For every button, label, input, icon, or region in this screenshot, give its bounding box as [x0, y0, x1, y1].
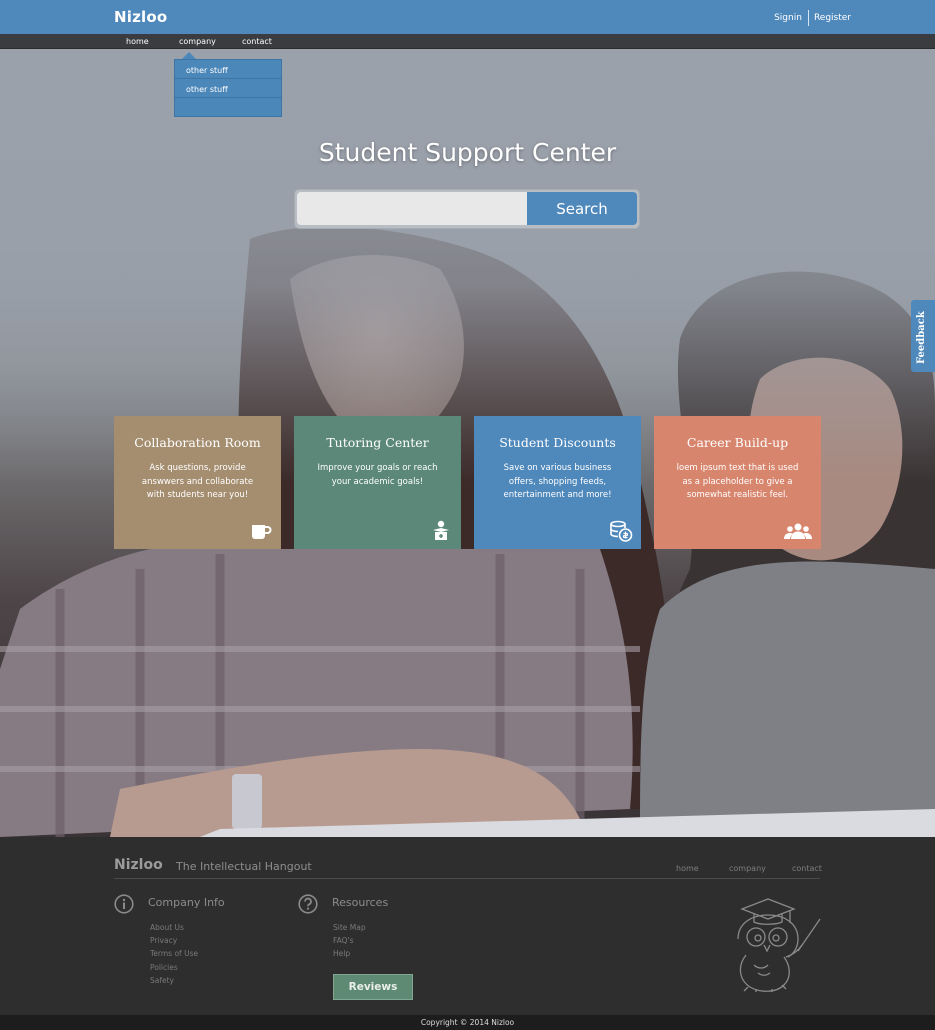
card-collaboration-room[interactable]: Collaboration Room Ask questions, provid…	[114, 416, 281, 549]
footer-link-sitemap[interactable]: Site Map	[333, 923, 366, 932]
card-description: Save on various business offers, shoppin…	[503, 463, 612, 500]
footer-link-help[interactable]: Help	[333, 949, 350, 958]
search-input[interactable]	[297, 192, 527, 225]
card-tutoring-center[interactable]: Tutoring Center Improve your goals or re…	[294, 416, 461, 549]
card-description: Ask questions, provide answwers and coll…	[141, 463, 254, 500]
resources-title: Resources	[332, 896, 389, 909]
card-title: Student Discounts	[499, 435, 616, 450]
company-info-title: Company Info	[148, 896, 225, 909]
nav-contact[interactable]: contact	[242, 37, 272, 46]
card-title: Career Build-up	[686, 435, 789, 450]
card-title: Tutoring Center	[326, 435, 429, 450]
tutor-icon	[433, 520, 449, 540]
footer-link-safety[interactable]: Safety	[150, 976, 174, 985]
register-link[interactable]: Register	[814, 13, 851, 23]
footer-link-privacy[interactable]: Privacy	[150, 936, 177, 945]
coins-icon	[610, 520, 633, 542]
footer-tagline: The Intellectual Hangout	[176, 860, 312, 873]
card-description: Improve your goals or reach your academi…	[317, 463, 438, 487]
dropdown-item-2[interactable]: other stuff	[175, 79, 281, 98]
feedback-tab[interactable]: Feedback	[911, 300, 935, 372]
hero-title: Student Support Center	[318, 138, 617, 167]
copyright-text: Copyright © 2014 Nizloo	[420, 1018, 515, 1027]
site-logo[interactable]: Nizloo	[114, 8, 167, 26]
footer-divider	[114, 878, 820, 879]
footer-nav-company[interactable]: company	[729, 864, 766, 873]
nav-company[interactable]: company	[179, 37, 216, 46]
footer: Nizloo The Intellectual Hangout home com…	[0, 837, 935, 1015]
top-header: Nizloo Signin Register	[0, 0, 935, 34]
footer-link-faq[interactable]: FAQ's	[333, 936, 354, 945]
card-student-discounts[interactable]: Student Discounts Save on various busine…	[474, 416, 641, 549]
feedback-label: Feedback	[916, 311, 927, 364]
card-title: Collaboration Room	[134, 435, 261, 450]
coffee-mug-icon	[252, 525, 272, 539]
footer-link-policies[interactable]: Policies	[150, 963, 178, 972]
footer-logo[interactable]: Nizloo	[114, 857, 163, 873]
auth-links: Signin Register	[774, 10, 851, 26]
people-icon	[784, 523, 812, 539]
dropdown-item-1[interactable]: other stuff	[175, 60, 281, 79]
copyright-bar: Copyright © 2014 Nizloo	[0, 1015, 935, 1030]
info-icon	[114, 894, 134, 914]
footer-nav-home[interactable]: home	[676, 864, 699, 873]
main-nav: home company contact	[0, 34, 935, 49]
company-dropdown: other stuff other stuff	[174, 59, 282, 117]
card-description: loem ipsum text that is used as a placeh…	[676, 463, 799, 500]
reviews-button[interactable]: Reviews	[333, 974, 413, 1000]
footer-nav-contact[interactable]: contact	[792, 864, 822, 873]
owl-mascot-illustration	[737, 898, 821, 992]
card-career-buildup[interactable]: Career Build-up loem ipsum text that is …	[654, 416, 821, 549]
question-icon	[298, 894, 318, 914]
dropdown-caret	[182, 52, 196, 59]
auth-divider	[807, 10, 809, 26]
footer-link-about[interactable]: About Us	[150, 923, 184, 932]
nav-home[interactable]: home	[126, 37, 149, 46]
search-button[interactable]: Search	[527, 192, 637, 225]
footer-link-terms[interactable]: Terms of Use	[150, 949, 198, 958]
signin-link[interactable]: Signin	[774, 13, 802, 23]
